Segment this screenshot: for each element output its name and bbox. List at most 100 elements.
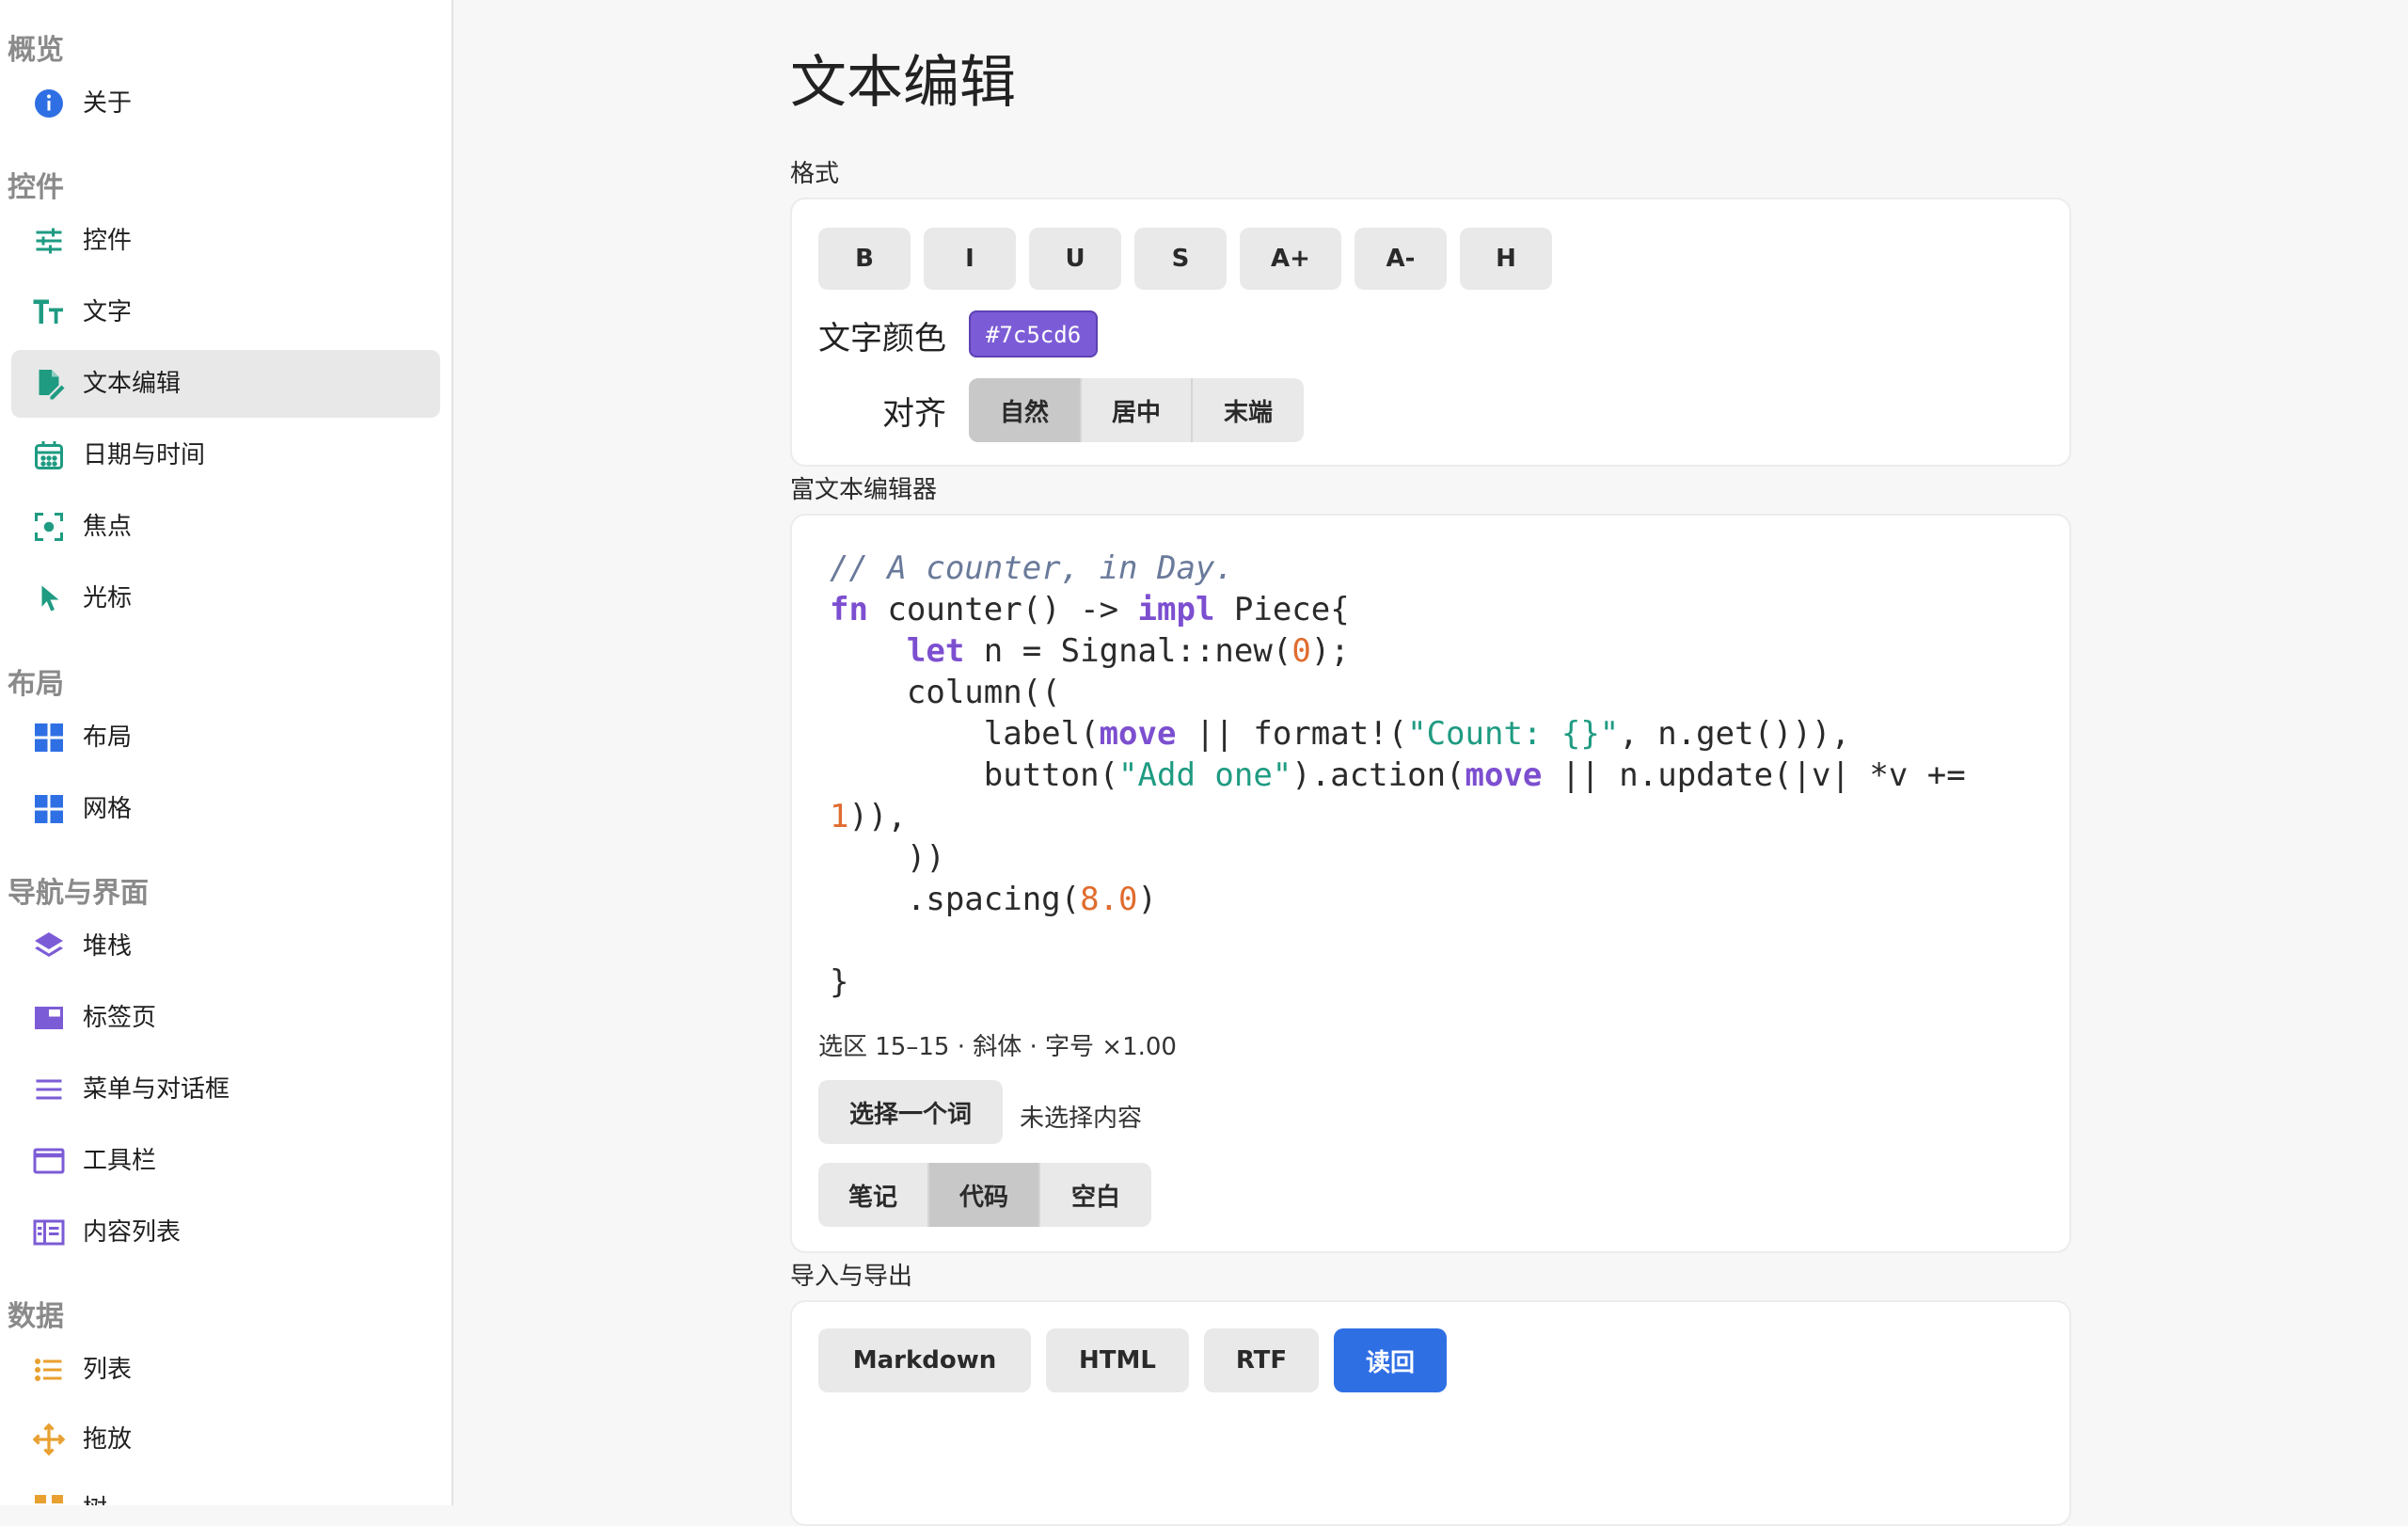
sidebar-item-label: 布局 xyxy=(83,723,133,752)
sidebar-section-layout: 布局 xyxy=(8,668,64,701)
alignment-segmented-control: 自然 居中 末端 xyxy=(969,378,1304,442)
sidebar-item-label: 标签页 xyxy=(83,1004,157,1032)
list-icon xyxy=(32,1353,66,1387)
read-back-button[interactable]: 读回 xyxy=(1334,1328,1447,1392)
sidebar-item-toolbar[interactable]: 工具栏 xyxy=(11,1127,440,1195)
increase-font-button[interactable]: A+ xyxy=(1240,228,1341,290)
text-size-icon xyxy=(32,295,66,329)
selection-text: 未选择内容 xyxy=(1020,1105,1143,1133)
sidebar-item-label: 光标 xyxy=(83,584,133,612)
edit-document-icon xyxy=(32,367,66,401)
layers-icon xyxy=(32,930,66,963)
italic-button[interactable]: I xyxy=(924,228,1016,290)
code-line: // A counter, in Day. xyxy=(830,549,1234,587)
layout-grid-icon xyxy=(32,721,66,755)
sidebar-item-label: 内容列表 xyxy=(83,1218,182,1247)
underline-button[interactable]: U xyxy=(1029,228,1121,290)
rich-text-editor-section-label: 富文本编辑器 xyxy=(790,476,938,504)
sidebar-section-overview: 概览 xyxy=(8,34,64,67)
sidebar-item-label: 文本编辑 xyxy=(83,370,182,398)
text-color-label: 文字颜色 xyxy=(818,320,946,358)
markdown-button[interactable]: Markdown xyxy=(818,1328,1031,1392)
sidebar-section-data: 数据 xyxy=(8,1300,64,1333)
sidebar-item-label: 焦点 xyxy=(83,513,133,541)
highlight-button[interactable]: H xyxy=(1460,228,1552,290)
code-line: button("Add one").action(move || n.updat… xyxy=(830,756,1966,794)
code-line: let n = Signal::new(0); xyxy=(906,632,1350,670)
sidebar-item-tree[interactable]: 树 xyxy=(11,1475,440,1505)
sidebar-item-text-editing[interactable]: 文本编辑 xyxy=(11,350,440,418)
html-button[interactable]: HTML xyxy=(1046,1328,1189,1392)
page-title: 文本编辑 xyxy=(790,50,1016,116)
decrease-font-button[interactable]: A- xyxy=(1354,228,1447,290)
mode-blank-option[interactable]: 空白 xyxy=(1040,1163,1151,1227)
sidebar-section-navigation: 导航与界面 xyxy=(8,877,149,910)
rich-text-editor-card: // A counter, in Day. fn counter() -> imp… xyxy=(790,514,2071,1253)
sidebar-item-label: 列表 xyxy=(83,1356,133,1384)
code-line: 1)), xyxy=(830,798,907,835)
menu-icon xyxy=(32,1073,66,1106)
grid-icon xyxy=(32,792,66,826)
sidebar-item-label: 拖放 xyxy=(83,1425,133,1454)
code-line: fn counter() -> impl Piece{ xyxy=(830,591,1350,628)
strikethrough-button[interactable]: S xyxy=(1134,228,1227,290)
sidebar-item-drag-drop[interactable]: 拖放 xyxy=(11,1406,440,1473)
content-list-icon xyxy=(32,1216,66,1249)
import-export-card: Markdown HTML RTF 读回 xyxy=(790,1300,2071,1526)
alignment-label: 对齐 xyxy=(882,395,946,433)
tabs-icon xyxy=(32,1001,66,1035)
code-line: } xyxy=(830,963,849,1001)
info-icon xyxy=(32,87,66,120)
sidebar-item-menus-dialogs[interactable]: 菜单与对话框 xyxy=(11,1056,440,1123)
sidebar-item-layout[interactable]: 布局 xyxy=(11,704,440,771)
editor-mode-segmented-control: 笔记 代码 空白 xyxy=(818,1163,1151,1227)
sidebar: 概览 关于 控件 控件 文字 文本编辑 日期与时间 焦点 光标 布局 布局 网格… xyxy=(0,0,453,1505)
code-editor[interactable]: // A counter, in Day. fn counter() -> imp… xyxy=(830,548,2043,1003)
sidebar-item-label: 日期与时间 xyxy=(83,441,206,469)
sidebar-item-about[interactable]: 关于 xyxy=(11,70,440,137)
sidebar-item-content-list[interactable]: 内容列表 xyxy=(11,1199,440,1266)
sidebar-item-list[interactable]: 列表 xyxy=(11,1336,440,1404)
toolbar-icon xyxy=(32,1144,66,1178)
sidebar-item-label: 网格 xyxy=(83,795,133,823)
sidebar-item-stack[interactable]: 堆栈 xyxy=(11,913,440,980)
bold-button[interactable]: B xyxy=(818,228,911,290)
code-line: label(move || format!("Count: {}", n.get… xyxy=(830,715,1850,753)
cursor-icon xyxy=(32,581,66,615)
text-color-swatch[interactable]: #7c5cd6 xyxy=(969,310,1099,358)
sidebar-item-controls[interactable]: 控件 xyxy=(11,207,440,275)
drag-move-icon xyxy=(32,1423,66,1456)
sidebar-item-label: 菜单与对话框 xyxy=(83,1075,230,1104)
sidebar-item-focus[interactable]: 焦点 xyxy=(11,493,440,561)
sidebar-item-grid[interactable]: 网格 xyxy=(11,775,440,843)
align-center-option[interactable]: 居中 xyxy=(1082,378,1193,442)
mode-notes-option[interactable]: 笔记 xyxy=(818,1163,929,1227)
code-line: .spacing(8.0) xyxy=(830,881,1158,918)
sidebar-item-label: 控件 xyxy=(83,227,133,255)
sidebar-item-label: 文字 xyxy=(83,298,133,326)
sliders-icon xyxy=(32,224,66,258)
sidebar-item-label: 关于 xyxy=(83,89,133,118)
sidebar-item-date-time[interactable]: 日期与时间 xyxy=(11,421,440,489)
select-word-button[interactable]: 选择一个词 xyxy=(818,1080,1003,1144)
tree-icon xyxy=(32,1492,66,1505)
code-line: column(( xyxy=(830,674,1061,711)
editor-status-text: 选区 15–15 · 斜体 · 字号 ×1.00 xyxy=(818,1033,1177,1061)
import-export-section-label: 导入与导出 xyxy=(790,1263,913,1291)
focus-icon xyxy=(32,510,66,544)
align-end-option[interactable]: 末端 xyxy=(1193,378,1304,442)
calendar-icon xyxy=(32,438,66,472)
format-card: B I U S A+ A- H 文字颜色 #7c5cd6 对齐 自然 居中 末端 xyxy=(790,198,2071,467)
sidebar-item-text[interactable]: 文字 xyxy=(11,278,440,346)
rtf-button[interactable]: RTF xyxy=(1204,1328,1319,1392)
code-line: )) xyxy=(830,839,945,877)
sidebar-item-tabs[interactable]: 标签页 xyxy=(11,984,440,1052)
sidebar-item-label: 堆栈 xyxy=(83,932,133,961)
format-section-label: 格式 xyxy=(790,160,840,188)
mode-code-option[interactable]: 代码 xyxy=(929,1163,1040,1227)
sidebar-section-controls: 控件 xyxy=(8,171,64,204)
sidebar-item-cursor[interactable]: 光标 xyxy=(11,564,440,632)
align-natural-option[interactable]: 自然 xyxy=(969,378,1082,442)
sidebar-item-label: 工具栏 xyxy=(83,1147,157,1175)
